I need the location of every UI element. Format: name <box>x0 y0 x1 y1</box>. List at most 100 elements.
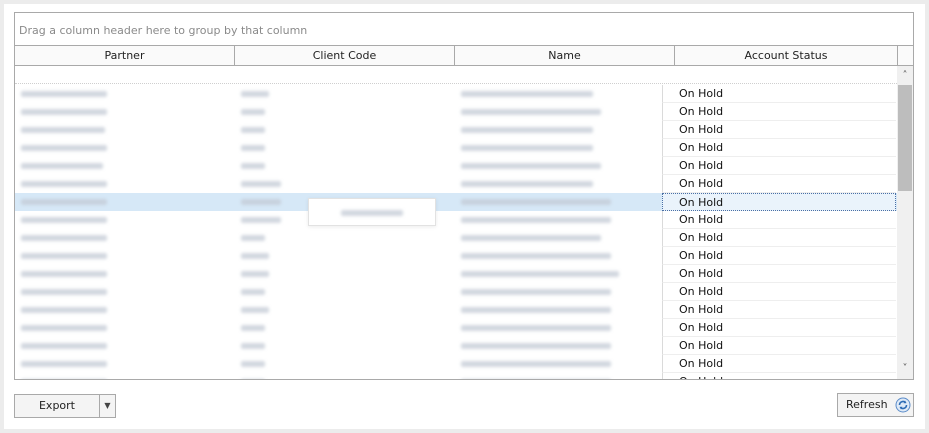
partner-cell-redacted <box>21 343 107 349</box>
table-row[interactable]: On Hold <box>15 247 897 265</box>
partner-cell-redacted <box>21 163 103 169</box>
client-code-cell-redacted <box>241 127 265 133</box>
account-status-cell[interactable]: On Hold <box>662 373 896 379</box>
client-code-cell-redacted <box>241 163 265 169</box>
table-row[interactable]: On Hold <box>15 85 897 103</box>
column-header-client-code[interactable]: Client Code <box>235 46 455 65</box>
vertical-scrollbar[interactable]: ˄ ˅ <box>897 66 913 379</box>
account-status-cell[interactable]: On Hold <box>662 157 896 175</box>
table-row[interactable]: On Hold <box>15 301 897 319</box>
table-row[interactable]: On Hold <box>15 337 897 355</box>
account-status-cell[interactable]: On Hold <box>662 355 896 373</box>
partner-cell-redacted <box>21 289 107 295</box>
account-status-cell[interactable]: On Hold <box>662 265 896 283</box>
client-code-cell-redacted <box>241 145 265 151</box>
table-row[interactable]: On Hold <box>15 373 897 380</box>
partner-cell-redacted <box>21 199 107 205</box>
table-row[interactable]: On Hold <box>15 193 897 211</box>
name-cell-redacted <box>461 235 601 241</box>
client-code-cell-redacted <box>241 181 281 187</box>
partner-cell-redacted <box>21 127 105 133</box>
client-code-cell-redacted <box>241 253 269 259</box>
name-cell-redacted <box>461 271 619 277</box>
caret-down-icon[interactable]: ▼ <box>99 395 115 417</box>
name-cell-redacted <box>461 109 601 115</box>
refresh-button[interactable]: Refresh <box>837 393 914 417</box>
client-code-cell-redacted <box>241 217 281 223</box>
export-button[interactable]: Export ▼ <box>14 394 116 418</box>
account-status-cell[interactable]: On Hold <box>662 85 896 103</box>
name-cell-redacted <box>461 199 611 205</box>
table-row[interactable]: On Hold <box>15 175 897 193</box>
chevron-down-icon[interactable]: ˅ <box>897 361 913 377</box>
account-status-cell[interactable]: On Hold <box>662 283 896 301</box>
table-row[interactable]: On Hold <box>15 211 897 229</box>
chevron-up-icon[interactable]: ˄ <box>897 68 913 84</box>
client-code-cell-redacted <box>241 235 265 241</box>
name-cell-redacted <box>461 145 593 151</box>
account-status-cell[interactable]: On Hold <box>662 229 896 247</box>
partner-cell-redacted <box>21 379 107 380</box>
partner-cell-redacted <box>21 271 107 277</box>
group-by-panel[interactable]: Drag a column header here to group by th… <box>15 13 913 46</box>
table-row[interactable]: On Hold <box>15 103 897 121</box>
column-header-account-status[interactable]: Account Status <box>675 46 898 65</box>
name-cell-redacted <box>461 217 611 223</box>
account-status-cell[interactable]: On Hold <box>662 337 896 355</box>
account-status-cell[interactable]: On Hold <box>662 193 896 211</box>
name-cell-redacted <box>461 127 593 133</box>
partner-cell-redacted <box>21 307 107 313</box>
name-cell-redacted <box>461 91 593 97</box>
partner-cell-redacted <box>21 109 107 115</box>
name-cell-redacted <box>461 253 611 259</box>
table-row[interactable]: On Hold <box>15 283 897 301</box>
new-item-row[interactable] <box>15 66 897 84</box>
column-header-name[interactable]: Name <box>455 46 675 65</box>
account-status-cell[interactable]: On Hold <box>662 247 896 265</box>
table-row[interactable]: On Hold <box>15 121 897 139</box>
partner-cell-redacted <box>21 235 107 241</box>
name-cell-redacted <box>461 163 601 169</box>
grid-rows: On Hold On Hold On Hold On Hold On Hold On Ho… <box>15 85 897 380</box>
account-status-cell[interactable]: On Hold <box>662 319 896 337</box>
name-cell-redacted <box>461 307 611 313</box>
account-status-cell[interactable]: On Hold <box>662 211 896 229</box>
table-row[interactable]: On Hold <box>15 265 897 283</box>
redacted-text <box>341 210 403 216</box>
table-row[interactable]: On Hold <box>15 319 897 337</box>
account-status-cell[interactable]: On Hold <box>662 103 896 121</box>
account-status-cell[interactable]: On Hold <box>662 301 896 319</box>
name-cell-redacted <box>461 181 593 187</box>
name-cell-redacted <box>461 361 611 367</box>
partner-cell-redacted <box>21 361 107 367</box>
partner-cell-redacted <box>21 181 107 187</box>
partner-cell-redacted <box>21 253 107 259</box>
client-code-cell-redacted <box>241 379 265 380</box>
refresh-icon <box>895 397 911 413</box>
table-row[interactable]: On Hold <box>15 157 897 175</box>
refresh-button-label: Refresh <box>846 398 888 411</box>
table-row[interactable]: On Hold <box>15 229 897 247</box>
table-row[interactable]: On Hold <box>15 139 897 157</box>
client-code-cell-redacted <box>241 109 265 115</box>
account-status-cell[interactable]: On Hold <box>662 139 896 157</box>
column-header-row: Partner Client Code Name Account Status <box>15 46 913 66</box>
client-code-cell-redacted <box>241 199 281 205</box>
partner-cell-redacted <box>21 325 107 331</box>
export-button-label: Export <box>38 399 75 412</box>
partner-cell-redacted <box>21 217 107 223</box>
row-context-popup[interactable] <box>308 198 436 226</box>
client-code-cell-redacted <box>241 343 265 349</box>
table-row[interactable]: On Hold <box>15 355 897 373</box>
client-code-cell-redacted <box>241 307 269 313</box>
partner-cell-redacted <box>21 91 107 97</box>
client-code-cell-redacted <box>241 325 265 331</box>
column-header-partner[interactable]: Partner <box>15 46 235 65</box>
account-status-cell[interactable]: On Hold <box>662 121 896 139</box>
account-status-cell[interactable]: On Hold <box>662 175 896 193</box>
name-cell-redacted <box>461 325 611 331</box>
name-cell-redacted <box>461 379 611 380</box>
client-code-cell-redacted <box>241 289 265 295</box>
client-code-cell-redacted <box>241 361 265 367</box>
scrollbar-thumb[interactable] <box>898 85 912 191</box>
